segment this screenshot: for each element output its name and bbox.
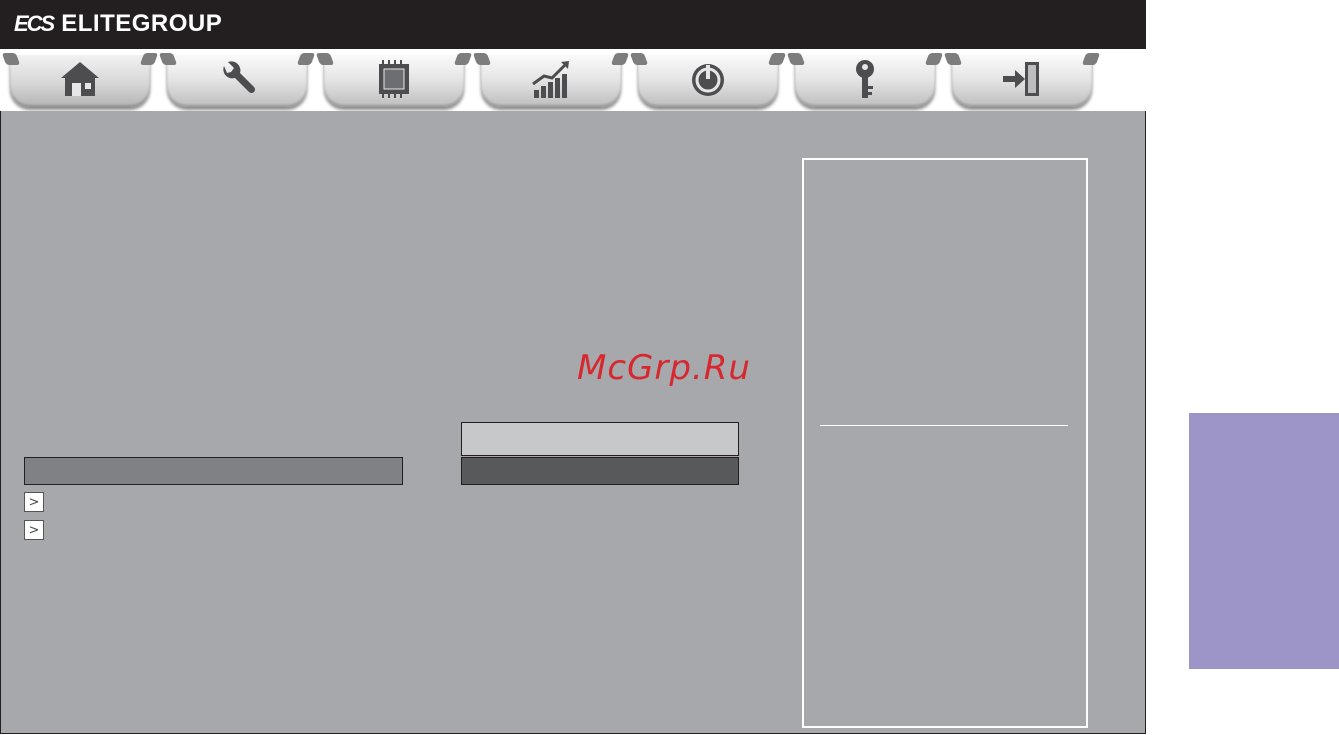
key-icon bbox=[842, 56, 888, 107]
option-field-selected[interactable] bbox=[461, 457, 739, 485]
tab-power[interactable] bbox=[638, 55, 778, 107]
tab-advanced[interactable] bbox=[167, 55, 307, 107]
help-divider bbox=[820, 425, 1068, 426]
exit-icon bbox=[999, 56, 1045, 107]
ecs-logo-mark: ECS bbox=[14, 11, 55, 36]
top-header-bar: ECS ELITEGROUP bbox=[0, 0, 1146, 49]
tab-exit[interactable] bbox=[952, 55, 1092, 107]
brand-logo: ECS ELITEGROUP bbox=[14, 6, 222, 42]
option-field[interactable] bbox=[461, 422, 739, 456]
wrench-icon bbox=[214, 56, 260, 107]
tab-bar bbox=[0, 49, 1146, 111]
tab-main[interactable] bbox=[10, 55, 150, 107]
brand-name: ELITEGROUP bbox=[61, 10, 223, 37]
watermark: McGrp.Ru bbox=[577, 348, 751, 388]
home-icon bbox=[57, 56, 103, 107]
selected-menu-bar[interactable] bbox=[24, 457, 403, 485]
chevron-right-icon: > bbox=[24, 492, 44, 512]
power-icon bbox=[685, 56, 731, 107]
help-panel bbox=[802, 158, 1088, 728]
submenu-item[interactable]: > bbox=[24, 492, 44, 512]
side-tab bbox=[1189, 413, 1339, 669]
chevron-right-icon: > bbox=[24, 520, 44, 540]
submenu-item[interactable]: > bbox=[24, 520, 44, 540]
tab-chipset[interactable] bbox=[324, 55, 464, 107]
chip-icon bbox=[371, 56, 417, 107]
tab-security[interactable] bbox=[795, 55, 935, 107]
main-panel: McGrp.Ru > > bbox=[0, 111, 1146, 734]
tab-performance[interactable] bbox=[481, 55, 621, 107]
performance-chart-icon bbox=[528, 56, 574, 107]
